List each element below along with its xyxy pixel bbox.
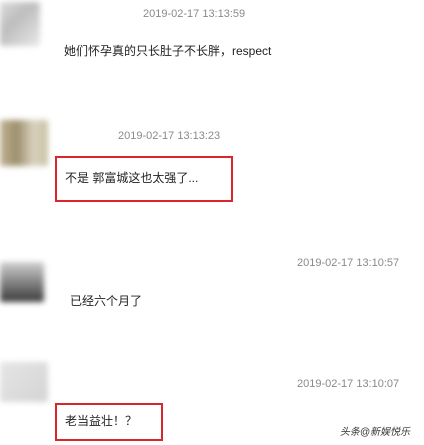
highlight-box: 老当益壮！？ [55,403,163,441]
comment-timestamp: 2019-02-17 13:13:59 [143,8,246,20]
comment-text: 不是 郭富城这也太强了... [65,171,199,185]
comment-timestamp: 2019-02-17 13:10:07 [297,378,400,390]
comment-text: 已经六个月了 [70,294,143,308]
avatar[interactable] [0,362,48,402]
avatar[interactable] [0,262,44,302]
avatar[interactable] [0,120,48,166]
highlight-box: 不是 郭富城这也太强了... [55,156,233,202]
watermark: 头条@新娱悦乐 [339,427,410,438]
comment-text: 老当益壮！？ [65,414,138,428]
comment-text: 她们怀孕真的只长肚子不长胖，respect [64,44,272,58]
avatar[interactable] [0,2,40,46]
comment-timestamp: 2019-02-17 13:10:57 [297,257,400,269]
comment-timestamp: 2019-02-17 13:13:23 [118,130,221,142]
